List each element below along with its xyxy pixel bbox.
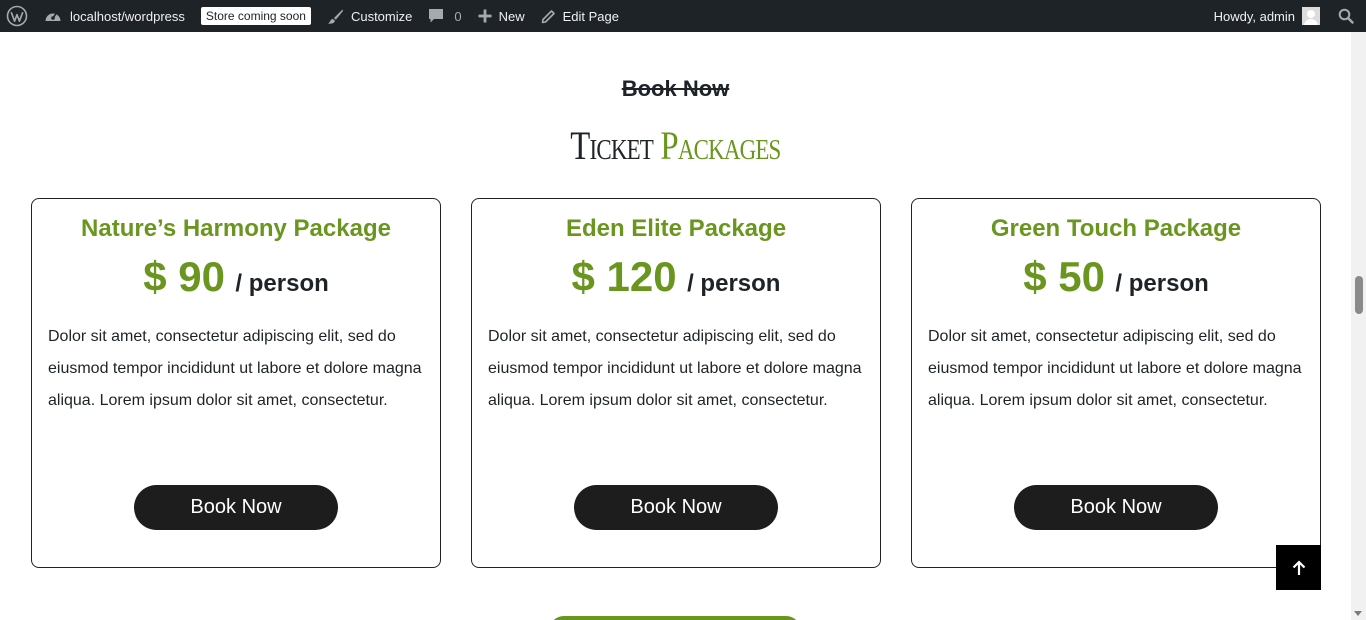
package-description: Dolor sit amet, consectetur adipiscing e… bbox=[928, 328, 1302, 409]
my-account-menu[interactable]: Howdy, admin bbox=[1206, 0, 1328, 32]
package-price-unit: / person bbox=[1115, 270, 1209, 297]
heading-part-packages: Packages bbox=[660, 123, 781, 168]
brush-icon bbox=[327, 9, 343, 24]
scroll-down-arrow-icon[interactable] bbox=[1354, 611, 1362, 616]
package-price-row: $ 120 / person bbox=[472, 253, 880, 301]
store-coming-soon-badge: Store coming soon bbox=[200, 7, 311, 25]
package-price-unit: / person bbox=[687, 270, 781, 297]
package-price: $ 90 bbox=[143, 253, 225, 300]
package-card-green-touch: Green Touch Package $ 50 / person Dolor … bbox=[911, 198, 1321, 568]
package-description: Dolor sit amet, consectetur adipiscing e… bbox=[48, 328, 422, 409]
package-name: Eden Elite Package bbox=[565, 215, 787, 242]
plus-icon bbox=[478, 9, 492, 23]
package-price: $ 50 bbox=[1023, 253, 1105, 300]
customize-label: Customize bbox=[350, 8, 413, 24]
book-now-button[interactable]: Book Now bbox=[1014, 485, 1218, 530]
package-name: Nature’s Harmony Package bbox=[81, 215, 391, 242]
partial-green-button[interactable] bbox=[549, 616, 801, 620]
wordpress-logo-menu[interactable] bbox=[0, 0, 36, 32]
book-now-heading: Book Now bbox=[621, 76, 730, 101]
admin-search-button[interactable] bbox=[1328, 0, 1366, 32]
comments-count: 0 bbox=[454, 8, 462, 24]
site-name-label: localhost/wordpress bbox=[70, 8, 185, 24]
back-to-top-button[interactable] bbox=[1276, 545, 1321, 590]
ticket-packages-heading: Ticket Packages bbox=[122, 122, 1230, 169]
package-price-row: $ 90 / person bbox=[32, 253, 440, 301]
customize-link[interactable]: Customize bbox=[319, 0, 420, 32]
comment-icon bbox=[429, 9, 444, 23]
package-name: Green Touch Package bbox=[990, 215, 1242, 242]
arrow-up-icon bbox=[1292, 559, 1305, 575]
package-card-eden-elite: Eden Elite Package $ 120 / person Dolor … bbox=[471, 198, 881, 568]
site-name-menu[interactable]: localhost/wordpress bbox=[36, 0, 193, 32]
package-price-unit: / person bbox=[235, 270, 329, 297]
howdy-label: Howdy, admin bbox=[1213, 8, 1295, 24]
book-now-button[interactable]: Book Now bbox=[134, 485, 338, 530]
package-description: Dolor sit amet, consectetur adipiscing e… bbox=[488, 328, 862, 409]
package-price: $ 120 bbox=[571, 253, 677, 300]
edit-page-link[interactable]: Edit Page bbox=[533, 0, 627, 32]
scrollbar-thumb[interactable] bbox=[1355, 276, 1363, 314]
page-scrollbar[interactable] bbox=[1351, 32, 1366, 620]
new-label: New bbox=[498, 8, 525, 24]
comments-link[interactable]: 0 bbox=[420, 0, 469, 32]
dashboard-icon bbox=[45, 12, 61, 21]
avatar bbox=[1302, 7, 1320, 25]
admin-bar: localhost/wordpress Store coming soon Cu… bbox=[0, 0, 1366, 32]
search-icon bbox=[1338, 8, 1354, 24]
package-card-natures-harmony: Nature’s Harmony Package $ 90 / person D… bbox=[31, 198, 441, 568]
pencil-icon bbox=[541, 9, 555, 23]
store-status-item[interactable]: Store coming soon bbox=[193, 0, 319, 32]
book-now-button[interactable]: Book Now bbox=[574, 485, 778, 530]
new-content-menu[interactable]: New bbox=[470, 0, 533, 32]
heading-part-ticket: Ticket bbox=[570, 123, 654, 168]
package-price-row: $ 50 / person bbox=[912, 253, 1320, 301]
wordpress-icon bbox=[6, 5, 28, 27]
edit-page-label: Edit Page bbox=[562, 8, 619, 24]
